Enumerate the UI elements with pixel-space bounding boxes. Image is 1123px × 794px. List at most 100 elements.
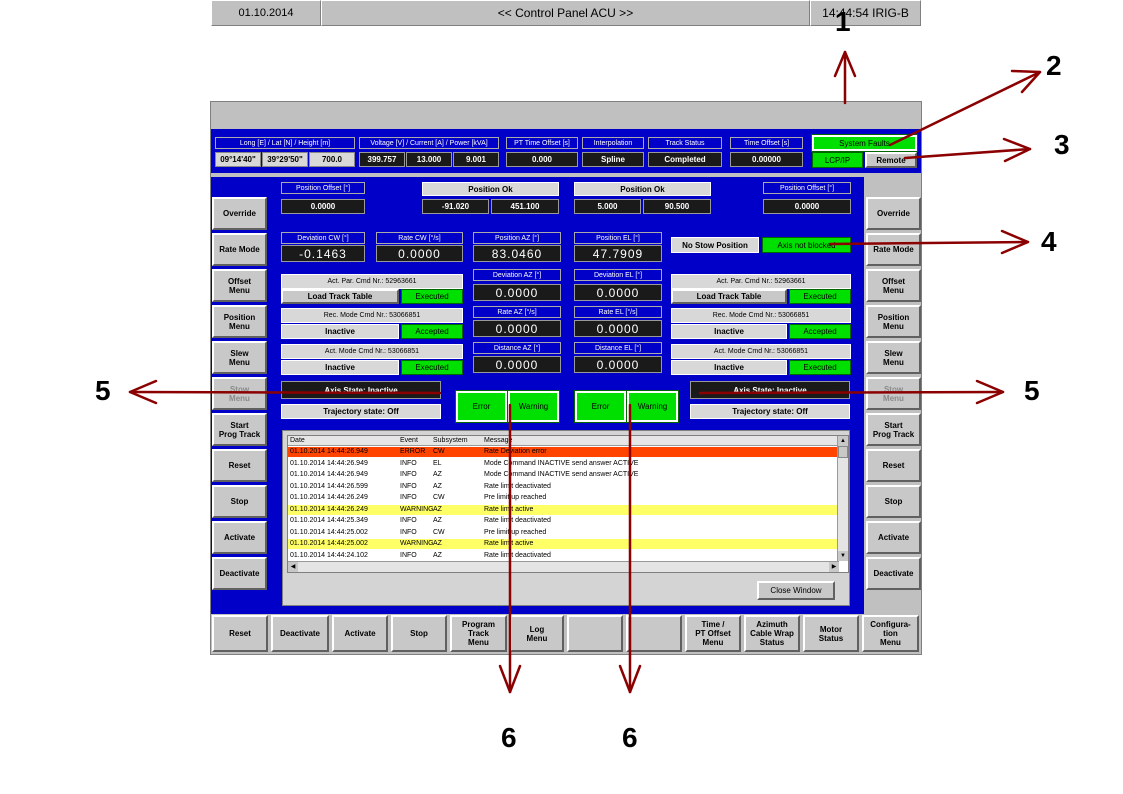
bottom-configura-tion-menu-button[interactable]: Configura- tion Menu xyxy=(862,615,919,652)
az-limit-low: -91.020 xyxy=(422,199,489,214)
right-override-button[interactable]: Override xyxy=(866,197,921,230)
az-position-ok: Position Ok xyxy=(422,182,559,196)
log-row[interactable]: 01.10.2014 14:44:26.599 INFO AZ Rate limit … xyxy=(288,481,838,492)
right-deactivate-button[interactable]: Deactivate xyxy=(866,557,921,590)
remote-button[interactable]: Remote xyxy=(865,152,917,168)
left-rec-mode-cmd: Rec. Mode Cmd Nr.: 53066851 xyxy=(281,308,463,323)
annotated-screenshot: 01.10.2014 << Control Panel ACU >> 14:44… xyxy=(0,0,1123,794)
log-cell-event: INFO xyxy=(400,517,417,524)
el-warning-indicator[interactable]: Warning xyxy=(626,390,679,423)
right-position-menu-button[interactable]: Position Menu xyxy=(866,305,921,338)
system-faults-indicator[interactable]: System Faults xyxy=(811,134,918,152)
bottom-azimuth-cable-wrap-status-button[interactable]: Azimuth Cable Wrap Status xyxy=(744,615,800,652)
az-warning-indicator[interactable]: Warning xyxy=(507,390,560,423)
log-cell-msg: Mode Command INACTIVE send answer ACTIVE xyxy=(484,471,639,478)
log-table[interactable]: Date Event Subsystem Message 01.10.2014 … xyxy=(287,435,849,573)
log-cell-msg: Rate limit deactivated xyxy=(484,482,551,490)
left-activate-button[interactable]: Activate xyxy=(212,521,267,554)
bottom-reset-button[interactable]: Reset xyxy=(212,615,268,652)
bottom-activate-button[interactable]: Activate xyxy=(332,615,388,652)
left-position-offset-header: Position Offset [°] xyxy=(281,182,365,194)
scroll-thumb[interactable] xyxy=(838,446,848,458)
left-override-button[interactable]: Override xyxy=(212,197,267,230)
log-cell-date: 01.10.2014 14:44:26.249 xyxy=(290,505,368,513)
left-act-mode-state: Inactive xyxy=(281,360,399,375)
right-stop-button[interactable]: Stop xyxy=(866,485,921,518)
log-cell-msg: Rate limit deactivated xyxy=(484,551,551,559)
rate-cw-header: Rate CW [°/s] xyxy=(376,232,463,244)
log-row[interactable]: 01.10.2014 14:44:25.002 INFO CW Pre limit u… xyxy=(288,527,838,538)
bottom-motor-status-button[interactable]: Motor Status xyxy=(803,615,859,652)
right-activate-button[interactable]: Activate xyxy=(866,521,921,554)
log-row[interactable]: 01.10.2014 14:44:26.949 INFO EL Mode Comman… xyxy=(288,458,838,469)
log-row[interactable]: 01.10.2014 14:44:26.949 ERROR CW Rate Devia… xyxy=(288,447,838,457)
log-cell-msg: Mode Command INACTIVE send answer ACTIVE xyxy=(484,459,639,467)
left-start-prog-track-button[interactable]: Start Prog Track xyxy=(212,413,267,446)
log-col-message: Message xyxy=(484,437,513,444)
left-position-menu-button[interactable]: Position Menu xyxy=(212,305,267,338)
scroll-down-icon[interactable]: ▼ xyxy=(838,551,848,561)
log-row[interactable]: 01.10.2014 14:44:24.102 INFO AZ Rate limit … xyxy=(288,550,838,561)
left-axis-state: Axis State: Inactive xyxy=(281,381,441,399)
deviation-az-header: Deviation AZ [°] xyxy=(473,269,561,281)
log-row[interactable]: 01.10.2014 14:44:25.002 WARNING AZ Rate lim… xyxy=(288,539,838,549)
left-rate-mode-button[interactable]: Rate Mode xyxy=(212,233,267,266)
log-row[interactable]: 01.10.2014 14:44:26.949 INFO AZ Mode Comman… xyxy=(288,470,838,480)
log-cell-msg: Rate limit deactivated xyxy=(484,517,551,524)
callout-number-3: 3 xyxy=(1054,129,1070,160)
left-deactivate-button[interactable]: Deactivate xyxy=(212,557,267,590)
log-cell-event: INFO xyxy=(400,551,417,559)
right-slew-menu-button[interactable]: Slew Menu xyxy=(866,341,921,374)
bottom-time-pt-offset-menu-button[interactable]: Time / PT Offset Menu xyxy=(685,615,741,652)
az-error-indicator[interactable]: Error xyxy=(455,390,508,423)
bottom-empty-7-button[interactable] xyxy=(626,615,682,652)
log-cell-sub: AZ xyxy=(433,517,442,524)
el-limit-low: 5.000 xyxy=(574,199,641,214)
log-header-row: Date Event Subsystem Message xyxy=(288,436,838,446)
bottom-stop-button[interactable]: Stop xyxy=(391,615,447,652)
callout-number-5-right: 5 xyxy=(1024,375,1040,406)
log-cell-msg: Rate limit active xyxy=(484,540,534,547)
right-rate-mode-button[interactable]: Rate Mode xyxy=(866,233,921,266)
geo-header: Long [E] / Lat [N] / Height [m] xyxy=(215,137,355,149)
log-window: Date Event Subsystem Message 01.10.2014 … xyxy=(282,430,850,606)
log-row[interactable]: 01.10.2014 14:44:26.249 WARNING AZ Rate lim… xyxy=(288,504,838,515)
left-slew-menu-button[interactable]: Slew Menu xyxy=(212,341,267,374)
right-offset-menu-button[interactable]: Offset Menu xyxy=(866,269,921,302)
left-reset-button[interactable]: Reset xyxy=(212,449,267,482)
left-offset-menu-button[interactable]: Offset Menu xyxy=(212,269,267,302)
position-az-value: 83.0460 xyxy=(473,245,561,262)
scroll-right-icon[interactable]: ▶ xyxy=(829,562,839,572)
right-stow-menu-button[interactable]: Stow Menu xyxy=(866,377,921,410)
log-cell-msg: Pre limit up reached xyxy=(484,528,547,536)
right-load-track-table-button[interactable]: Load Track Table xyxy=(671,289,787,304)
left-stow-menu-button[interactable]: Stow Menu xyxy=(212,377,267,410)
close-window-button[interactable]: Close Window xyxy=(757,581,835,600)
el-error-indicator[interactable]: Error xyxy=(574,390,627,423)
left-stop-button[interactable]: Stop xyxy=(212,485,267,518)
bottom-empty-6-button[interactable] xyxy=(567,615,623,652)
left-accepted-status: Accepted xyxy=(401,324,463,339)
log-cell-event: WARNING xyxy=(400,540,434,547)
log-row[interactable]: 01.10.2014 14:44:25.349 INFO AZ Rate limit … xyxy=(288,516,838,526)
scroll-left-icon[interactable]: ◀ xyxy=(288,562,298,572)
right-reset-button[interactable]: Reset xyxy=(866,449,921,482)
log-cell-event: INFO xyxy=(400,482,417,490)
right-start-prog-track-button[interactable]: Start Prog Track xyxy=(866,413,921,446)
right-trajectory-state: Trajectory state: Off xyxy=(690,404,850,419)
left-load-track-table-button[interactable]: Load Track Table xyxy=(281,289,399,304)
window-title: << Control Panel ACU >> xyxy=(321,0,810,26)
callout-number-6-left: 6 xyxy=(501,722,517,753)
bottom-log-menu-button[interactable]: Log Menu xyxy=(510,615,564,652)
bottom-program-track-menu-button[interactable]: Program Track Menu xyxy=(450,615,507,652)
interpolation-header: Interpolation xyxy=(582,137,644,149)
log-cell-date: 01.10.2014 14:44:25.002 xyxy=(290,540,368,547)
scroll-up-icon[interactable]: ▲ xyxy=(838,436,848,446)
arrow-3 xyxy=(903,147,1032,160)
bottom-deactivate-button[interactable]: Deactivate xyxy=(271,615,329,652)
position-el-header: Position EL [°] xyxy=(574,232,662,244)
log-horizontal-scrollbar[interactable]: ◀ ▶ xyxy=(288,561,839,572)
latitude-value: 39°29'50" xyxy=(262,152,308,167)
log-row[interactable]: 01.10.2014 14:44:26.249 INFO CW Pre limit u… xyxy=(288,493,838,503)
log-vertical-scrollbar[interactable]: ▲ ▼ xyxy=(837,436,848,561)
